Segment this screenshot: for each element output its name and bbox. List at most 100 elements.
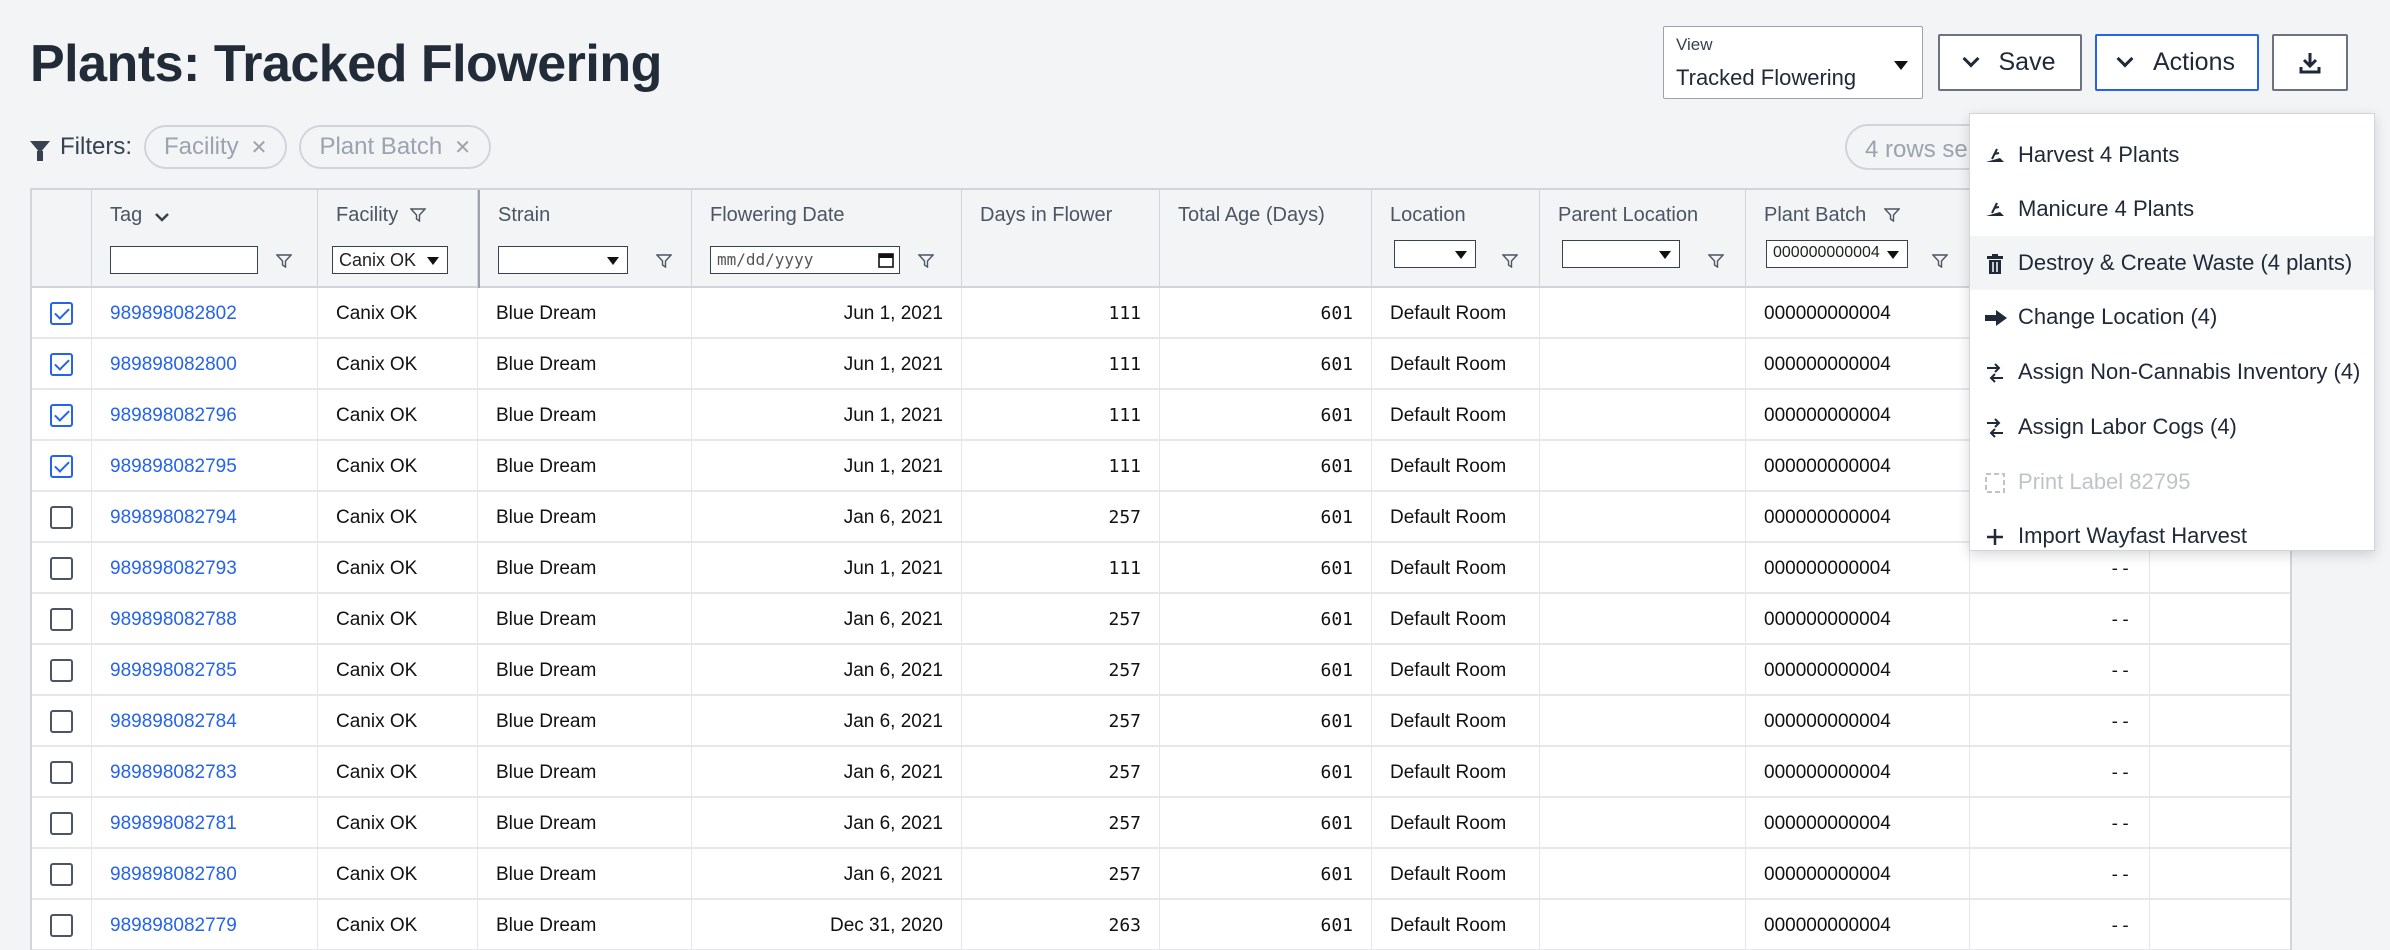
total-age-cell: 601 xyxy=(1160,339,1372,390)
tag-cell[interactable]: 989898082784 xyxy=(92,696,318,747)
facility-cell: Canix OK xyxy=(318,696,478,747)
header-parent-location[interactable]: Parent Location xyxy=(1540,190,1746,288)
menu-item-import-wayfast-harvest[interactable]: Import Wayfast Harvest xyxy=(1970,509,2374,563)
swap-icon xyxy=(1984,362,2006,384)
menu-item-assign-labor-cogs-4[interactable]: Assign Labor Cogs (4) xyxy=(1970,400,2374,454)
flowering-date-cell: Jun 1, 2021 xyxy=(692,339,962,390)
table-row[interactable]: 989898082784 Canix OK Blue Dream Jan 6, 202… xyxy=(32,696,2290,747)
table-row[interactable]: 989898082802 Canix OK Blue Dream Jun 1, 202… xyxy=(32,288,2290,339)
table-row[interactable]: 989898082800 Canix OK Blue Dream Jun 1, 202… xyxy=(32,339,2290,390)
table-row[interactable]: 989898082779 Canix OK Blue Dream Dec 31, 20… xyxy=(32,900,2290,950)
menu-item-destroy-create-waste-4-plants[interactable]: Destroy & Create Waste (4 plants) xyxy=(1970,236,2374,290)
filter-icon[interactable] xyxy=(410,208,426,222)
location-filter-select[interactable] xyxy=(1394,240,1476,268)
filter-icon[interactable] xyxy=(918,254,934,268)
table-row[interactable]: 989898082783 Canix OK Blue Dream Jan 6, 202… xyxy=(32,747,2290,798)
close-icon[interactable]: ✕ xyxy=(454,135,471,160)
flowering-date-cell: Jan 6, 2021 xyxy=(692,747,962,798)
filters-bar: Filters: Facility ✕ Plant Batch ✕ xyxy=(30,125,491,169)
row-checkbox[interactable] xyxy=(50,761,73,784)
table-row[interactable]: 989898082781 Canix OK Blue Dream Jan 6, 202… xyxy=(32,798,2290,849)
filter-icon[interactable] xyxy=(656,254,672,268)
flowering-date-filter-input[interactable]: mm/dd/yyyy xyxy=(710,246,900,274)
strain-cell: Blue Dream xyxy=(478,339,692,390)
close-icon[interactable]: ✕ xyxy=(251,135,268,160)
menu-item-assign-non-cannabis-inventory-4[interactable]: Assign Non-Cannabis Inventory (4) xyxy=(1970,345,2374,399)
row-checkbox[interactable] xyxy=(50,659,73,682)
tag-cell[interactable]: 989898082796 xyxy=(92,390,318,441)
row-checkbox[interactable] xyxy=(50,710,73,733)
filter-icon[interactable] xyxy=(276,254,292,268)
actions-button[interactable]: Actions xyxy=(2095,34,2259,91)
header-total-age[interactable]: Total Age (Days) xyxy=(1160,190,1372,288)
table-row[interactable]: 989898082780 Canix OK Blue Dream Jan 6, 202… xyxy=(32,849,2290,900)
days-in-flower-cell: 257 xyxy=(962,798,1160,849)
table-row[interactable]: 989898082795 Canix OK Blue Dream Jun 1, 202… xyxy=(32,441,2290,492)
tag-filter-input[interactable] xyxy=(110,246,258,274)
menu-item-harvest-4-plants[interactable]: Harvest 4 Plants xyxy=(1970,128,2374,182)
column-title: Location xyxy=(1390,204,1466,226)
header-plant-batch[interactable]: Plant Batch 000000000004 xyxy=(1746,190,1970,288)
filter-chip-facility[interactable]: Facility ✕ xyxy=(144,125,288,169)
table-header: Tag Facility Canix OK Strain Flowering D… xyxy=(32,190,2290,288)
sort-desc-icon[interactable] xyxy=(154,210,170,224)
menu-item-manicure-4-plants[interactable]: Manicure 4 Plants xyxy=(1970,182,2374,236)
empty-cell xyxy=(2150,798,2290,849)
tag-cell[interactable]: 989898082793 xyxy=(92,543,318,594)
save-button[interactable]: Save xyxy=(1938,34,2082,91)
filter-icon[interactable] xyxy=(1932,254,1948,268)
plant-batch-cell: 000000000004 xyxy=(1746,441,1970,492)
row-checkbox[interactable] xyxy=(50,863,73,886)
tag-cell[interactable]: 989898082779 xyxy=(92,900,318,950)
location-cell: Default Room xyxy=(1372,543,1540,594)
row-checkbox[interactable] xyxy=(50,506,73,529)
filter-icon[interactable] xyxy=(1884,208,1900,222)
facility-filter-select[interactable]: Canix OK xyxy=(332,246,448,274)
row-checkbox[interactable] xyxy=(50,914,73,937)
header-tag[interactable]: Tag xyxy=(92,190,318,288)
tag-cell[interactable]: 989898082795 xyxy=(92,441,318,492)
filter-chip-plant-batch[interactable]: Plant Batch ✕ xyxy=(299,125,491,169)
row-checkbox[interactable] xyxy=(50,557,73,580)
table-row[interactable]: 989898082796 Canix OK Blue Dream Jun 1, 202… xyxy=(32,390,2290,441)
tag-cell[interactable]: 989898082780 xyxy=(92,849,318,900)
tag-cell[interactable]: 989898082785 xyxy=(92,645,318,696)
parent-location-filter-select[interactable] xyxy=(1562,240,1680,268)
header-flowering-date[interactable]: Flowering Date mm/dd/yyyy xyxy=(692,190,962,288)
table-row[interactable]: 989898082788 Canix OK Blue Dream Jan 6, 202… xyxy=(32,594,2290,645)
tag-cell[interactable]: 989898082802 xyxy=(92,288,318,339)
header-days-in-flower[interactable]: Days in Flower xyxy=(962,190,1160,288)
view-select[interactable]: View Tracked Flowering xyxy=(1663,26,1923,99)
tag-cell[interactable]: 989898082783 xyxy=(92,747,318,798)
header-strain[interactable]: Strain xyxy=(478,190,692,288)
row-checkbox[interactable] xyxy=(50,608,73,631)
row-checkbox[interactable] xyxy=(50,404,73,427)
table-row[interactable]: 989898082794 Canix OK Blue Dream Jan 6, 202… xyxy=(32,492,2290,543)
location-cell: Default Room xyxy=(1372,696,1540,747)
filter-icon[interactable] xyxy=(1502,254,1518,268)
tag-cell[interactable]: 989898082800 xyxy=(92,339,318,390)
download-button[interactable] xyxy=(2272,34,2348,91)
table-row[interactable]: 989898082793 Canix OK Blue Dream Jun 1, 202… xyxy=(32,543,2290,594)
parent-location-cell xyxy=(1540,798,1746,849)
select-cell xyxy=(32,594,92,645)
row-checkbox[interactable] xyxy=(50,302,73,325)
row-checkbox[interactable] xyxy=(50,812,73,835)
tag-cell[interactable]: 989898082788 xyxy=(92,594,318,645)
filter-icon[interactable] xyxy=(1708,254,1724,268)
plant-batch-filter-select[interactable]: 000000000004 xyxy=(1766,240,1908,268)
calendar-icon[interactable] xyxy=(877,251,895,269)
tag-cell[interactable]: 989898082781 xyxy=(92,798,318,849)
tag-cell[interactable]: 989898082794 xyxy=(92,492,318,543)
days-in-flower-cell: 111 xyxy=(962,441,1160,492)
row-checkbox[interactable] xyxy=(50,455,73,478)
table-row[interactable]: 989898082785 Canix OK Blue Dream Jan 6, 202… xyxy=(32,645,2290,696)
strain-filter-select[interactable] xyxy=(498,246,628,274)
menu-item-change-location-4[interactable]: Change Location (4) xyxy=(1970,290,2374,344)
location-cell: Default Room xyxy=(1372,288,1540,339)
select-cell xyxy=(32,288,92,339)
row-checkbox[interactable] xyxy=(50,353,73,376)
location-cell: Default Room xyxy=(1372,390,1540,441)
header-location[interactable]: Location xyxy=(1372,190,1540,288)
header-facility[interactable]: Facility Canix OK xyxy=(318,190,478,288)
